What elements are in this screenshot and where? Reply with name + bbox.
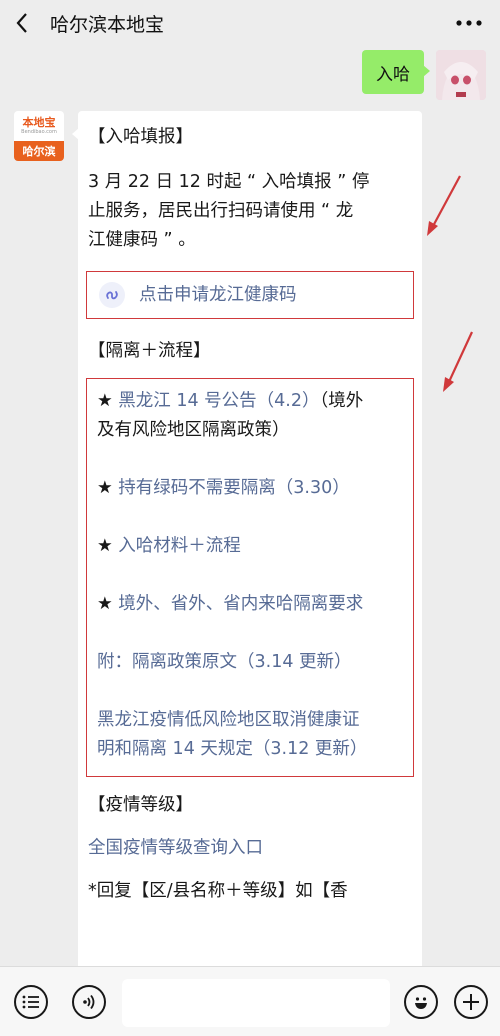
notice-line: 江健康码 ” 。 xyxy=(88,230,196,250)
message-input[interactable] xyxy=(122,979,390,1027)
outgoing-message-text: 入哈 xyxy=(376,64,410,85)
miniprogram-icon xyxy=(99,282,125,308)
reply-instruction-text: *回复【区/县名称＋等级】如【香 xyxy=(88,881,348,901)
policy-original-link[interactable]: 附：隔离政策原文（3.14 更新） xyxy=(97,652,352,672)
star-bullet: ★ xyxy=(97,478,119,498)
section-title-entry-report: 【入哈填报】 xyxy=(88,127,193,147)
section-title-quarantine: 【隔离＋流程】 xyxy=(88,341,211,361)
quarantine-requirements-link[interactable]: 境外、省外、省内来哈隔离要求 xyxy=(118,594,363,614)
list-item[interactable]: 黑龙江疫情低风险地区取消健康证 明和隔离 14 天规定（3.12 更新） xyxy=(97,706,403,764)
bot-city-label: 哈尔滨 xyxy=(14,141,64,161)
more-dots-icon xyxy=(456,20,482,26)
list-item: 附：隔离政策原文（3.14 更新） xyxy=(97,648,403,677)
chat-title: 哈尔滨本地宝 xyxy=(50,13,165,36)
list-item: ★ 境外、省外、省内来哈隔离要求 xyxy=(97,590,403,619)
bot-logo-text: 本地宝 xyxy=(22,115,56,129)
list-item: ★ 入哈材料＋流程 xyxy=(97,532,403,561)
voice-icon xyxy=(83,994,95,1010)
back-button[interactable] xyxy=(0,0,44,46)
section-title-epidemic-level: 【疫情等级】 xyxy=(88,795,193,815)
voice-button[interactable] xyxy=(72,985,106,1019)
notice-line: 3 月 22 日 12 时起 “ 入哈填报 ” 停 xyxy=(88,172,370,192)
outgoing-message-row: 入哈 xyxy=(362,50,486,100)
green-code-no-quarantine-link[interactable]: 持有绿码不需要隔离（3.30） xyxy=(118,478,349,498)
low-risk-policy-link[interactable]: 黑龙江疫情低风险地区取消健康证 xyxy=(97,706,403,735)
notice-line: 止服务，居民出行扫码请使用 “ 龙 xyxy=(88,201,354,221)
announcement-14-link[interactable]: 黑龙江 14 号公告（4.2） xyxy=(118,391,319,411)
star-bullet: ★ xyxy=(97,391,119,411)
plus-icon xyxy=(463,994,479,1010)
bot-logo-subtext: Bendibao.com xyxy=(21,128,57,135)
chevron-left-icon xyxy=(16,13,27,33)
health-code-miniprogram-link[interactable]: 点击申请龙江健康码 xyxy=(86,271,414,319)
quarantine-links-box: ★ 黑龙江 14 号公告（4.2）（境外 及有风险地区隔离政策） ★ 持有绿码不… xyxy=(86,378,414,777)
list-item: ★ 黑龙江 14 号公告（4.2）（境外 及有风险地区隔离政策） xyxy=(97,387,403,445)
epidemic-level-query-link[interactable]: 全国疫情等级查询入口 xyxy=(88,834,412,863)
list-item: ★ 持有绿码不需要隔离（3.30） xyxy=(97,474,403,503)
bot-avatar[interactable]: 本地宝 Bendibao.com 哈尔滨 xyxy=(14,111,64,161)
star-bullet: ★ xyxy=(97,536,119,556)
annotation-arrow xyxy=(427,175,461,236)
item-note: （境外 xyxy=(319,391,364,411)
entry-materials-process-link[interactable]: 入哈材料＋流程 xyxy=(118,536,241,556)
plus-button[interactable] xyxy=(454,985,488,1019)
low-risk-policy-link[interactable]: 明和隔离 14 天规定（3.12 更新） xyxy=(97,735,403,764)
incoming-message-bubble: 【入哈填报】 3 月 22 日 12 时起 “ 入哈填报 ” 停 止服务，居民出… xyxy=(78,111,422,981)
more-button[interactable] xyxy=(454,12,484,34)
star-bullet: ★ xyxy=(97,594,119,614)
user-avatar[interactable] xyxy=(436,50,486,100)
menu-list-icon xyxy=(22,995,39,1009)
user-avatar-image xyxy=(436,50,486,100)
notice-text: 3 月 22 日 12 时起 “ 入哈填报 ” 停 止服务，居民出行扫码请使用 … xyxy=(88,168,412,255)
annotation-arrow xyxy=(443,331,473,392)
emoji-icon xyxy=(415,997,427,1009)
emoji-button[interactable] xyxy=(404,985,438,1019)
chat-header: 哈尔滨本地宝 xyxy=(0,0,500,46)
item-note: 及有风险地区隔离政策） xyxy=(97,420,290,440)
outgoing-message-bubble[interactable]: 入哈 xyxy=(362,50,430,94)
menu-list-button[interactable] xyxy=(14,985,48,1019)
miniprogram-link-text: 点击申请龙江健康码 xyxy=(139,284,297,305)
chat-input-bar xyxy=(0,966,500,1036)
bot-logo: 本地宝 Bendibao.com xyxy=(14,111,64,141)
